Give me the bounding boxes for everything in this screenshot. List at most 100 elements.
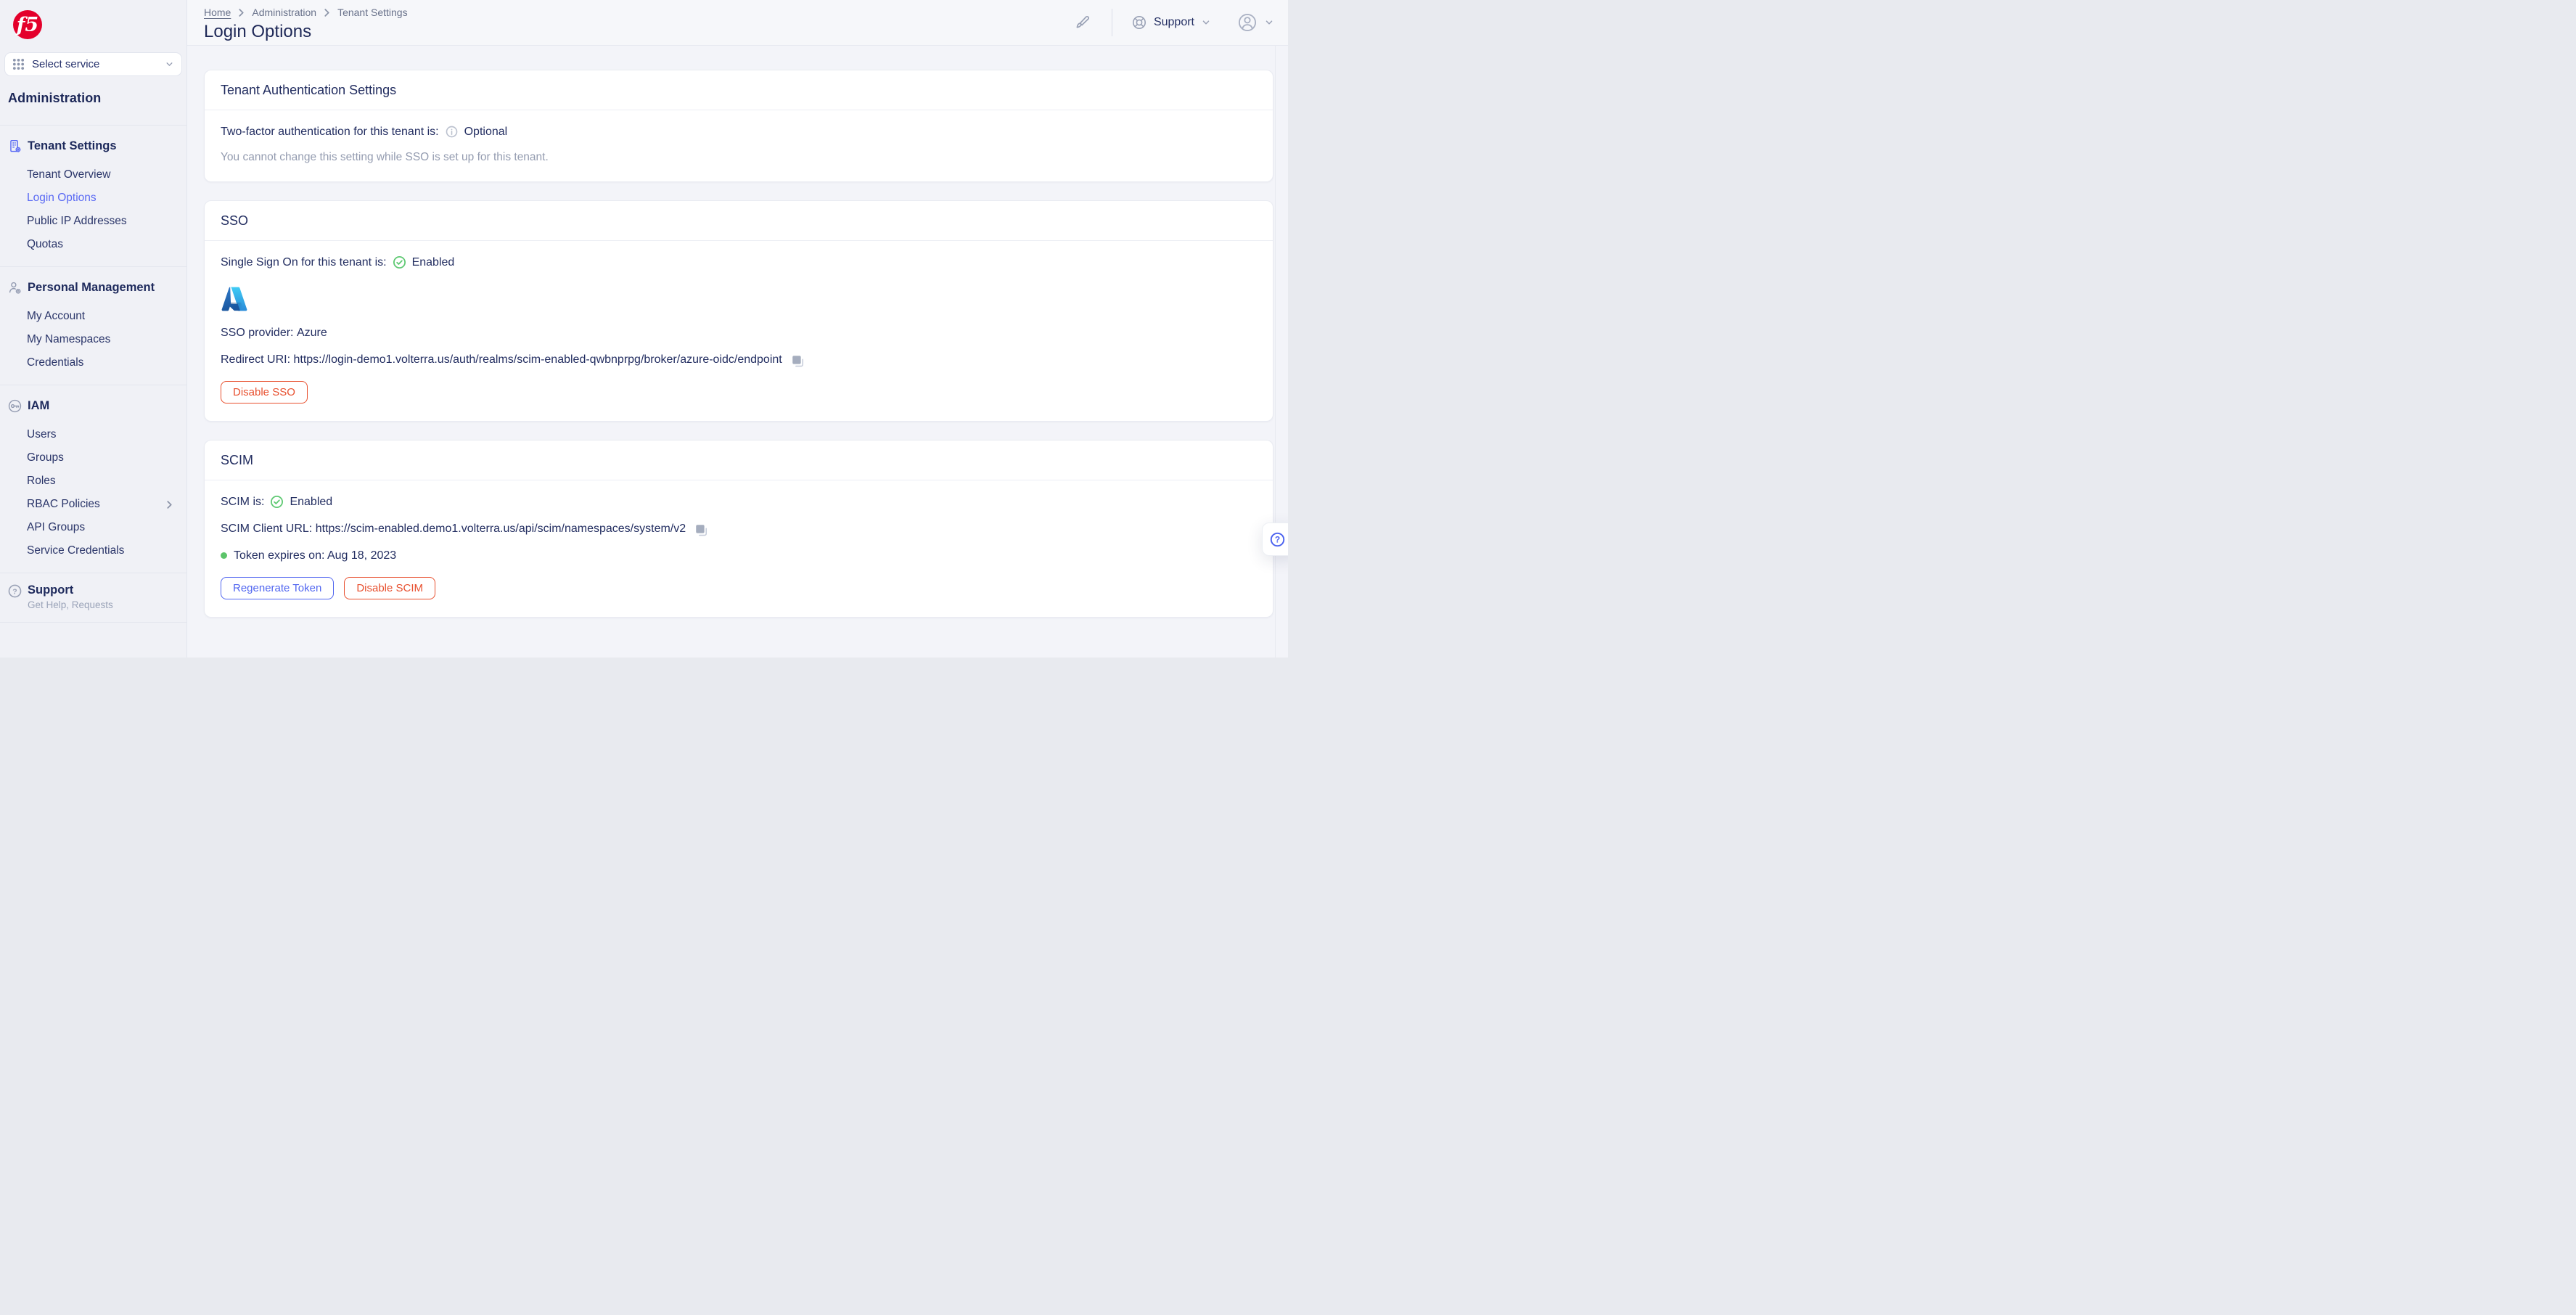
- sso-provider-value: Azure: [296, 327, 327, 339]
- sidebar-item-api-groups[interactable]: API Groups: [0, 516, 186, 539]
- sidebar-section-label: Tenant Settings: [28, 139, 117, 152]
- support-title: Support: [28, 583, 74, 597]
- sso-card: SSO Single Sign On for this tenant is: E…: [204, 200, 1273, 422]
- sidebar-item-credentials[interactable]: Credentials: [0, 351, 186, 374]
- sidebar-item-groups[interactable]: Groups: [0, 446, 186, 470]
- account-menu[interactable]: [1236, 9, 1276, 36]
- sidebar-item-public-ip-addresses[interactable]: Public IP Addresses: [0, 210, 186, 233]
- chevron-down-icon: [1201, 17, 1211, 28]
- two-factor-status-label: Two-factor authentication for this tenan…: [221, 126, 439, 138]
- azure-logo: [221, 285, 248, 313]
- sso-redirect-row: Redirect URI: https://login-demo1.volter…: [221, 353, 1257, 368]
- sidebar-item-quotas[interactable]: Quotas: [0, 233, 186, 256]
- two-factor-status-row: Two-factor authentication for this tenan…: [221, 125, 1257, 139]
- sidebar-section-label: Personal Management: [28, 280, 155, 294]
- breadcrumb-administration[interactable]: Administration: [252, 7, 316, 18]
- service-selector-label: Select service: [32, 58, 100, 70]
- sidebar-item-label: Groups: [27, 451, 64, 464]
- scim-card-header: SCIM: [205, 441, 1273, 480]
- chevron-right-icon: [323, 8, 331, 17]
- scim-status-row: SCIM is: Enabled: [221, 495, 1257, 509]
- check-circle-icon: [270, 495, 284, 509]
- svg-text:f5: f5: [15, 14, 38, 36]
- sidebar-item-label: Tenant Overview: [27, 168, 111, 181]
- scim-card-title: SCIM: [221, 453, 253, 467]
- token-expiry-row: Token expires on: Aug 18, 2023: [221, 549, 1257, 562]
- sidebar-item-label: Quotas: [27, 238, 63, 250]
- f5-logo-icon: f5: [13, 10, 42, 39]
- two-factor-note: You cannot change this setting while SSO…: [221, 151, 549, 163]
- key-icon: [7, 398, 22, 414]
- sso-provider-label: SSO provider:: [221, 327, 294, 339]
- sidebar-item-label: Service Credentials: [27, 544, 125, 557]
- sidebar-item-service-credentials[interactable]: Service Credentials: [0, 539, 186, 562]
- sidebar-item-users[interactable]: Users: [0, 423, 186, 446]
- sidebar-section-tenant-settings: Tenant Settings Tenant Overview Login Opti…: [0, 126, 186, 266]
- sidebar-item-label: Roles: [27, 475, 56, 487]
- sidebar-item-label: My Namespaces: [27, 333, 111, 345]
- regenerate-token-button[interactable]: Regenerate Token: [221, 577, 335, 599]
- support-menu-label: Support: [1153, 16, 1194, 28]
- avatar: [1237, 12, 1258, 33]
- sidebar-section-title-personal-management[interactable]: Personal Management: [0, 274, 186, 300]
- building-gear-icon: [7, 139, 22, 154]
- scim-status-label: SCIM is:: [221, 496, 265, 508]
- sidebar-section-support[interactable]: ? Support Get Help, Requests: [0, 573, 186, 622]
- sidebar-section-label: IAM: [28, 398, 50, 412]
- sidebar-item-label: RBAC Policies: [27, 498, 100, 510]
- sidebar-section-iam: IAM Users Groups Roles RBAC Policies API Grou…: [0, 385, 186, 573]
- sidebar-item-my-namespaces[interactable]: My Namespaces: [0, 328, 186, 351]
- chevron-right-icon: [165, 500, 173, 509]
- copy-icon: [791, 354, 805, 368]
- token-expiry-text: Token expires on: Aug 18, 2023: [234, 549, 397, 562]
- sidebar-item-roles[interactable]: Roles: [0, 470, 186, 493]
- copy-scim-url-button[interactable]: [694, 523, 708, 537]
- sidebar-item-rbac-policies[interactable]: RBAC Policies: [0, 493, 186, 516]
- scim-card: SCIM SCIM is: Enabled SCIM Client URL: h…: [204, 440, 1273, 618]
- f5-logo[interactable]: f5: [13, 10, 42, 39]
- sidebar-item-tenant-overview[interactable]: Tenant Overview: [0, 163, 186, 187]
- sidebar-item-label: Credentials: [27, 356, 84, 369]
- sidebar-section-title-iam[interactable]: IAM: [0, 393, 186, 419]
- sidebar-divider: [0, 622, 186, 623]
- scim-url-label: SCIM Client URL:: [221, 523, 313, 535]
- sso-status-label: Single Sign On for this tenant is:: [221, 256, 387, 269]
- sso-card-header: SSO: [205, 201, 1273, 241]
- tenant-auth-card: Tenant Authentication Settings Two-facto…: [204, 70, 1273, 182]
- sidebar-item-my-account[interactable]: My Account: [0, 305, 186, 328]
- theme-brush-button[interactable]: [1071, 11, 1094, 34]
- sidebar-item-label: API Groups: [27, 521, 86, 533]
- content-edge-line: [1275, 46, 1276, 658]
- breadcrumb-tenant-settings[interactable]: Tenant Settings: [337, 7, 408, 18]
- app-title: Administration: [8, 91, 102, 105]
- disable-sso-button[interactable]: Disable SSO: [221, 381, 308, 403]
- top-bar: Home Administration Tenant Settings Login …: [187, 0, 1288, 46]
- page-title: Login Options: [204, 22, 312, 41]
- help-fab-button[interactable]: ?: [1262, 523, 1288, 556]
- copy-icon: [694, 523, 708, 537]
- sidebar-item-label: Users: [27, 428, 57, 441]
- disable-scim-button[interactable]: Disable SCIM: [344, 577, 436, 599]
- sidebar-item-login-options[interactable]: Login Options: [0, 187, 186, 210]
- sidebar-item-label: Public IP Addresses: [27, 215, 127, 227]
- sidebar-section-personal-management: Personal Management My Account My Namespac…: [0, 267, 186, 385]
- main-area: Home Administration Tenant Settings Login …: [187, 0, 1288, 658]
- info-icon[interactable]: [445, 125, 459, 139]
- svg-text:?: ?: [1275, 534, 1280, 544]
- check-circle-icon: [393, 255, 406, 269]
- copy-redirect-uri-button[interactable]: [791, 354, 805, 368]
- scim-status-value: Enabled: [290, 496, 333, 508]
- scim-client-url: https://scim-enabled.demo1.volterra.us/a…: [315, 523, 686, 535]
- scim-url-row: SCIM Client URL: https://scim-enabled.de…: [221, 522, 1257, 536]
- support-menu[interactable]: Support: [1130, 12, 1213, 33]
- sso-card-title: SSO: [221, 213, 249, 228]
- breadcrumb-home[interactable]: Home: [204, 7, 231, 18]
- two-factor-status-value: Optional: [464, 126, 508, 138]
- sidebar-section-title-tenant-settings[interactable]: Tenant Settings: [0, 133, 186, 159]
- help-circle-icon: ?: [7, 583, 22, 599]
- service-selector[interactable]: Select service: [4, 52, 182, 76]
- help-question-icon: ?: [1269, 531, 1286, 548]
- breadcrumb: Home Administration Tenant Settings: [204, 7, 408, 18]
- chevron-right-icon: [237, 8, 245, 17]
- brush-icon: [1074, 14, 1091, 31]
